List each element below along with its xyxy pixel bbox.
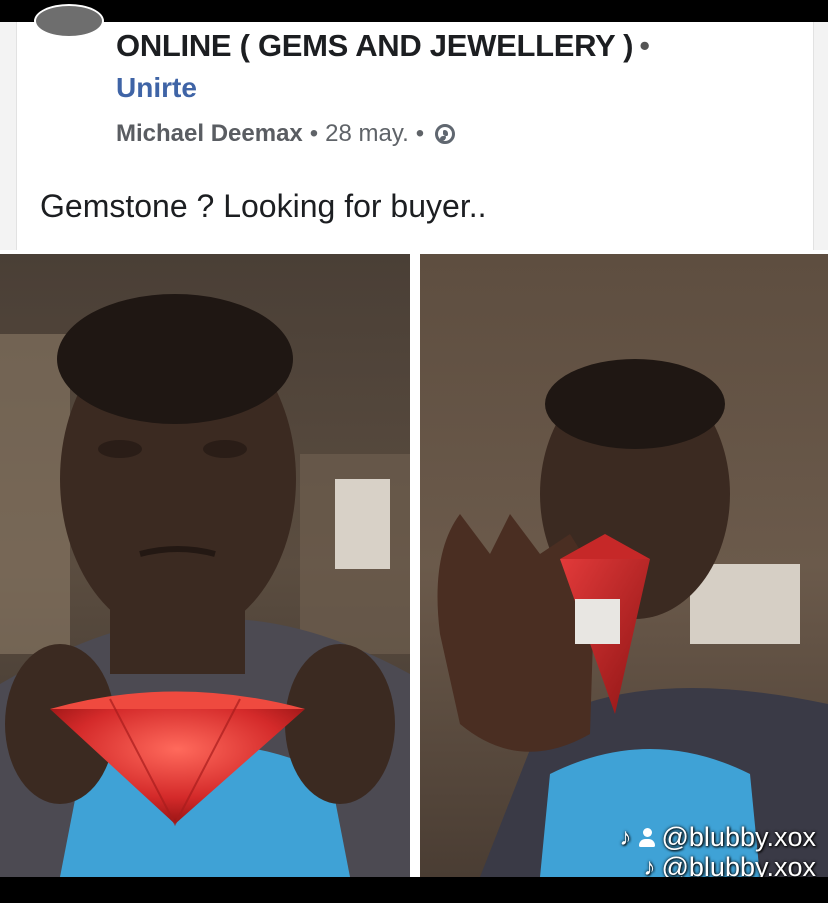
tiktok-icon: ♪ [619,823,632,851]
post-date[interactable]: 28 may. [325,120,409,148]
photo-grid [0,250,828,877]
facebook-post-card: ONLINE ( GEMS AND JEWELLERY ) • Unirte Mi… [0,4,828,250]
top-black-bar [0,0,828,22]
meta-separator-2: • [415,120,425,147]
group-name[interactable]: ONLINE ( GEMS AND JEWELLERY ) • [116,28,650,64]
photo-right-image [420,254,828,877]
meta-separator: • [309,120,319,147]
photo-left-image [0,254,410,877]
post-text: Gemstone ? Looking for buyer.. [40,188,487,224]
globe-icon [435,124,456,144]
card-left-edge [0,22,17,250]
group-name-text[interactable]: ONLINE ( GEMS AND JEWELLERY ) [116,28,633,63]
group-avatar[interactable] [34,4,104,38]
photo-right[interactable] [420,254,828,877]
post-meta: Michael Deemax • 28 may. • [116,120,456,148]
author-name[interactable]: Michael Deemax [116,120,303,148]
person-icon [638,827,656,848]
group-dot: • [639,28,650,63]
watermark-top: ♪ @blubby.xox [620,822,817,853]
photo-left[interactable] [0,254,410,877]
watermark-handle: @blubby.xox [661,822,817,852]
card-right-edge [813,22,828,250]
bottom-black-bar [0,877,828,903]
join-group-link[interactable]: Unirte [116,72,197,104]
